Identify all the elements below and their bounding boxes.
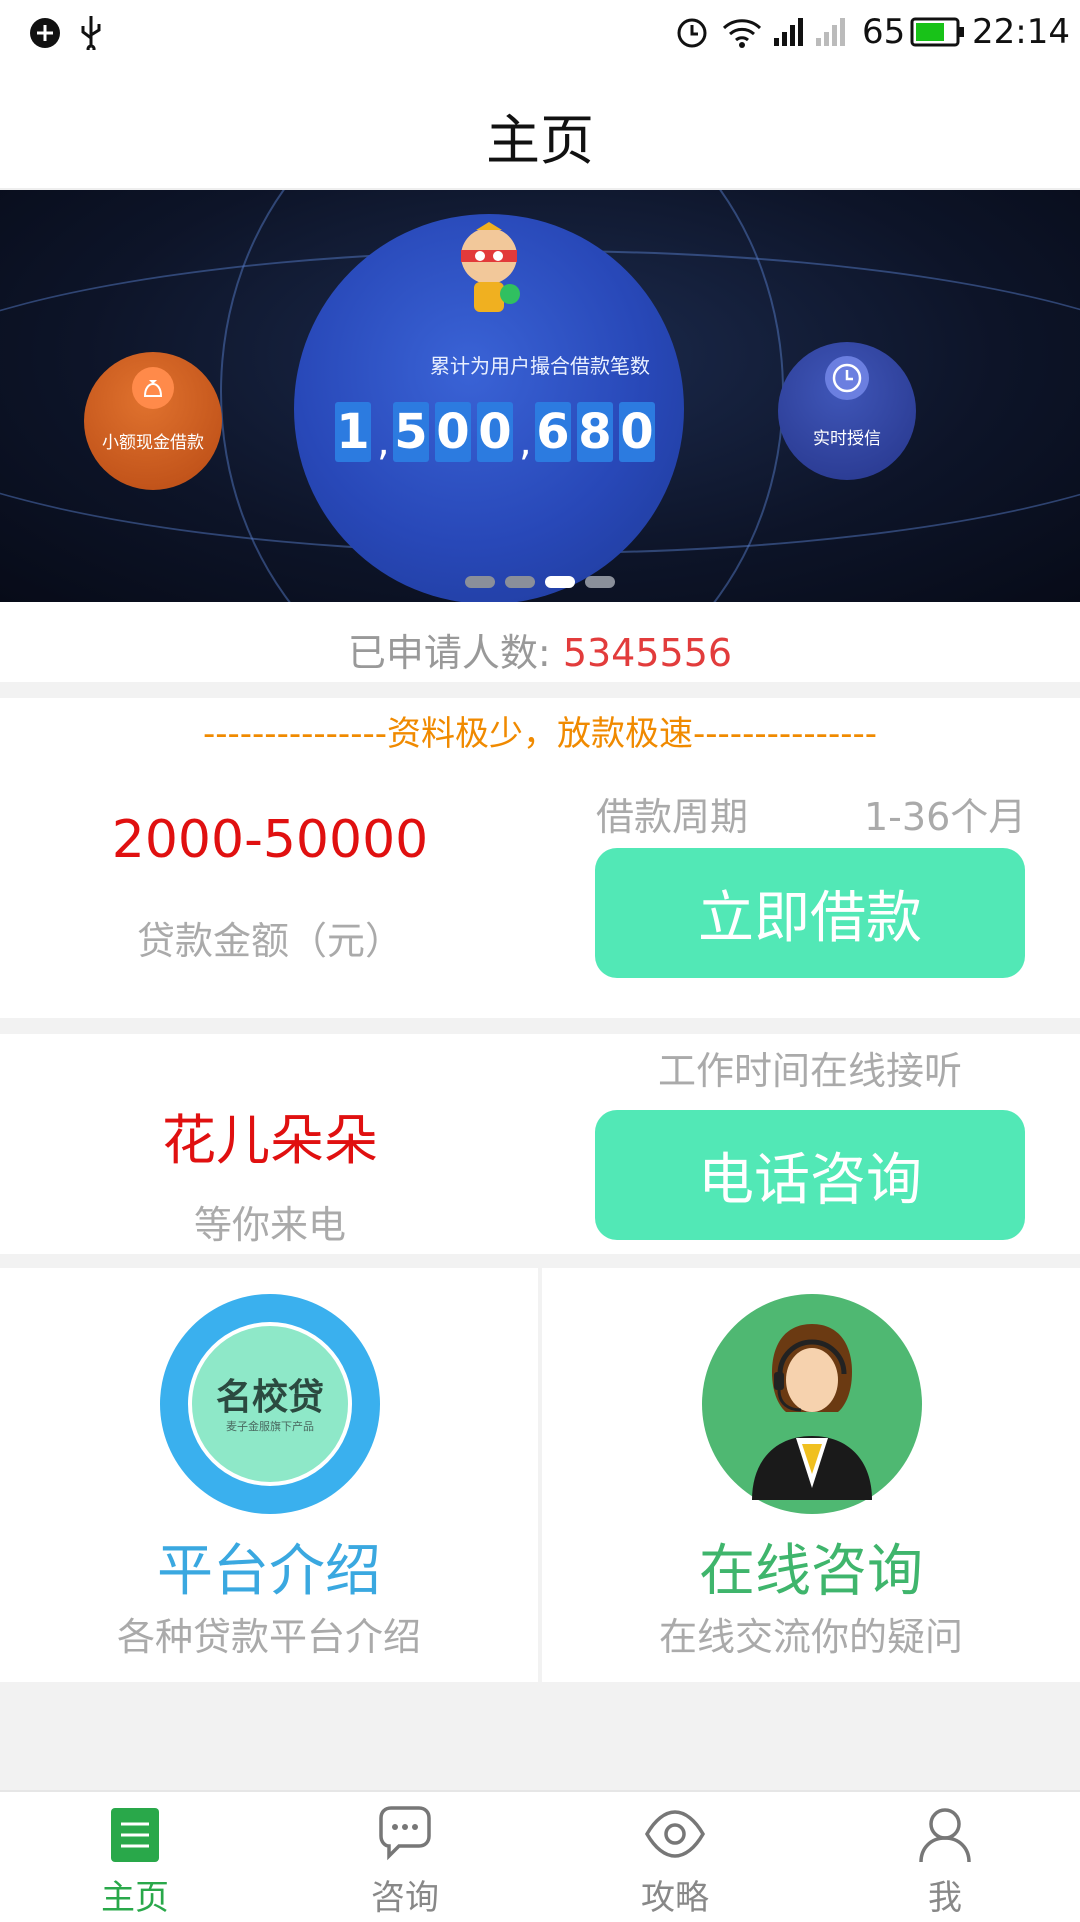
wifi-icon	[722, 19, 762, 48]
platform-intro-tile[interactable]: 名校贷 麦子金服旗下产品 平台介绍 各种贷款平台介绍	[0, 1268, 538, 1682]
loan-period-label: 借款周期	[596, 795, 749, 839]
tile-subtitle: 各种贷款平台介绍	[116, 1615, 421, 1659]
phone-consult-button[interactable]: 电话咨询	[595, 1110, 1025, 1240]
tile-title: 在线咨询	[699, 1539, 923, 1604]
nav-item-home[interactable]: 主页	[0, 1792, 270, 1922]
platform-logo: 名校贷 麦子金服旗下产品	[160, 1294, 380, 1514]
carousel-indicator[interactable]	[465, 576, 615, 588]
logo-text: 名校贷	[215, 1377, 324, 1418]
clock: 22:14	[972, 12, 1070, 52]
credit-label: 实时授信	[813, 429, 881, 449]
nav-label: 主页	[101, 1878, 169, 1918]
chat-bubble-icon	[379, 1806, 431, 1861]
eye-icon	[645, 1810, 705, 1858]
home-list-icon	[111, 1808, 159, 1862]
battery-level: 65	[862, 12, 906, 52]
title-bar: 主页	[0, 66, 1080, 190]
carousel-dot[interactable]	[505, 576, 535, 588]
agent-avatar	[702, 1294, 922, 1514]
nav-item-consult[interactable]: 咨询	[270, 1792, 540, 1922]
battery-icon	[910, 17, 964, 47]
counter-digit: 0	[435, 402, 471, 462]
applicants-count: 5345556	[562, 631, 733, 675]
mascot-icon	[461, 222, 520, 312]
cash-loan-bubble: 小额现金借款	[84, 352, 222, 490]
tile-subtitle: 在线交流你的疑问	[658, 1615, 963, 1659]
loan-card: ---------------资料极少，放款极速--------------- …	[0, 698, 1080, 1018]
counter-digit: 0	[619, 402, 655, 462]
logo-badge: 名校贷 麦子金服旗下产品	[188, 1322, 352, 1486]
nav-item-guide[interactable]: 攻略	[540, 1792, 810, 1922]
nav-label: 咨询	[371, 1878, 439, 1918]
nav-label: 我	[928, 1878, 962, 1918]
applicants-line: 已申请人数: 5345556	[0, 622, 1080, 677]
counter-digit: 5	[393, 402, 429, 462]
sync-icon	[30, 18, 60, 48]
online-consult-tile[interactable]: 在线咨询 在线交流你的疑问	[542, 1268, 1080, 1682]
loan-counter: 1,500,680	[335, 400, 655, 462]
counter-separator: ,	[377, 419, 390, 465]
applicants-strip: 已申请人数: 5345556	[0, 602, 1080, 682]
nav-item-me[interactable]: 我	[810, 1792, 1080, 1922]
carousel-dot[interactable]	[585, 576, 615, 588]
loan-period-value: 1-36个月	[864, 795, 1027, 839]
loan-amount-label: 贷款金额（元）	[136, 919, 403, 963]
page-title: 主页	[486, 109, 594, 172]
applicants-label: 已申请人数:	[347, 631, 551, 675]
money-bag-icon	[132, 367, 174, 409]
person-icon	[919, 1808, 971, 1863]
credit-bubble: 实时授信	[778, 342, 916, 480]
nav-label: 攻略	[641, 1878, 709, 1918]
phone-consult-card: 花儿朵朵 等你来电 工作时间在线接听 电话咨询	[0, 1034, 1080, 1254]
clock-refresh-icon	[825, 356, 869, 400]
counter-digit: 1	[335, 402, 371, 462]
loan-tagline: ---------------资料极少，放款极速---------------	[202, 714, 878, 754]
counter-digit: 0	[477, 402, 513, 462]
consult-hours-hint: 工作时间在线接听	[657, 1049, 962, 1093]
carousel-dot[interactable]	[465, 576, 495, 588]
consultant-name: 花儿朵朵	[162, 1109, 378, 1172]
signal-2-icon	[816, 18, 845, 46]
counter-digit: 8	[577, 402, 613, 462]
status-bar: 65 22:14	[0, 0, 1080, 66]
usb-icon	[81, 16, 101, 50]
borrow-now-button[interactable]: 立即借款	[595, 848, 1025, 978]
promo-banner[interactable]: 累计为用户撮合借款笔数 1,500,680 小额现金借款 实时授信	[0, 190, 1080, 602]
loan-amount-range: 2000-50000	[111, 810, 429, 870]
tile-title: 平台介绍	[157, 1539, 381, 1604]
carousel-dot-active[interactable]	[545, 576, 575, 588]
consultant-subtitle: 等你来电	[193, 1203, 346, 1247]
cash-loan-label: 小额现金借款	[102, 433, 204, 453]
signal-icon	[774, 18, 803, 46]
bottom-nav: 主页 咨询 攻略 我	[0, 1790, 1080, 1922]
alarm-icon	[677, 18, 707, 48]
counter-separator: ,	[519, 419, 532, 465]
counter-digit: 6	[535, 402, 571, 462]
logo-subtext: 麦子金服旗下产品	[226, 1420, 314, 1433]
headset-agent-icon	[752, 1324, 872, 1500]
